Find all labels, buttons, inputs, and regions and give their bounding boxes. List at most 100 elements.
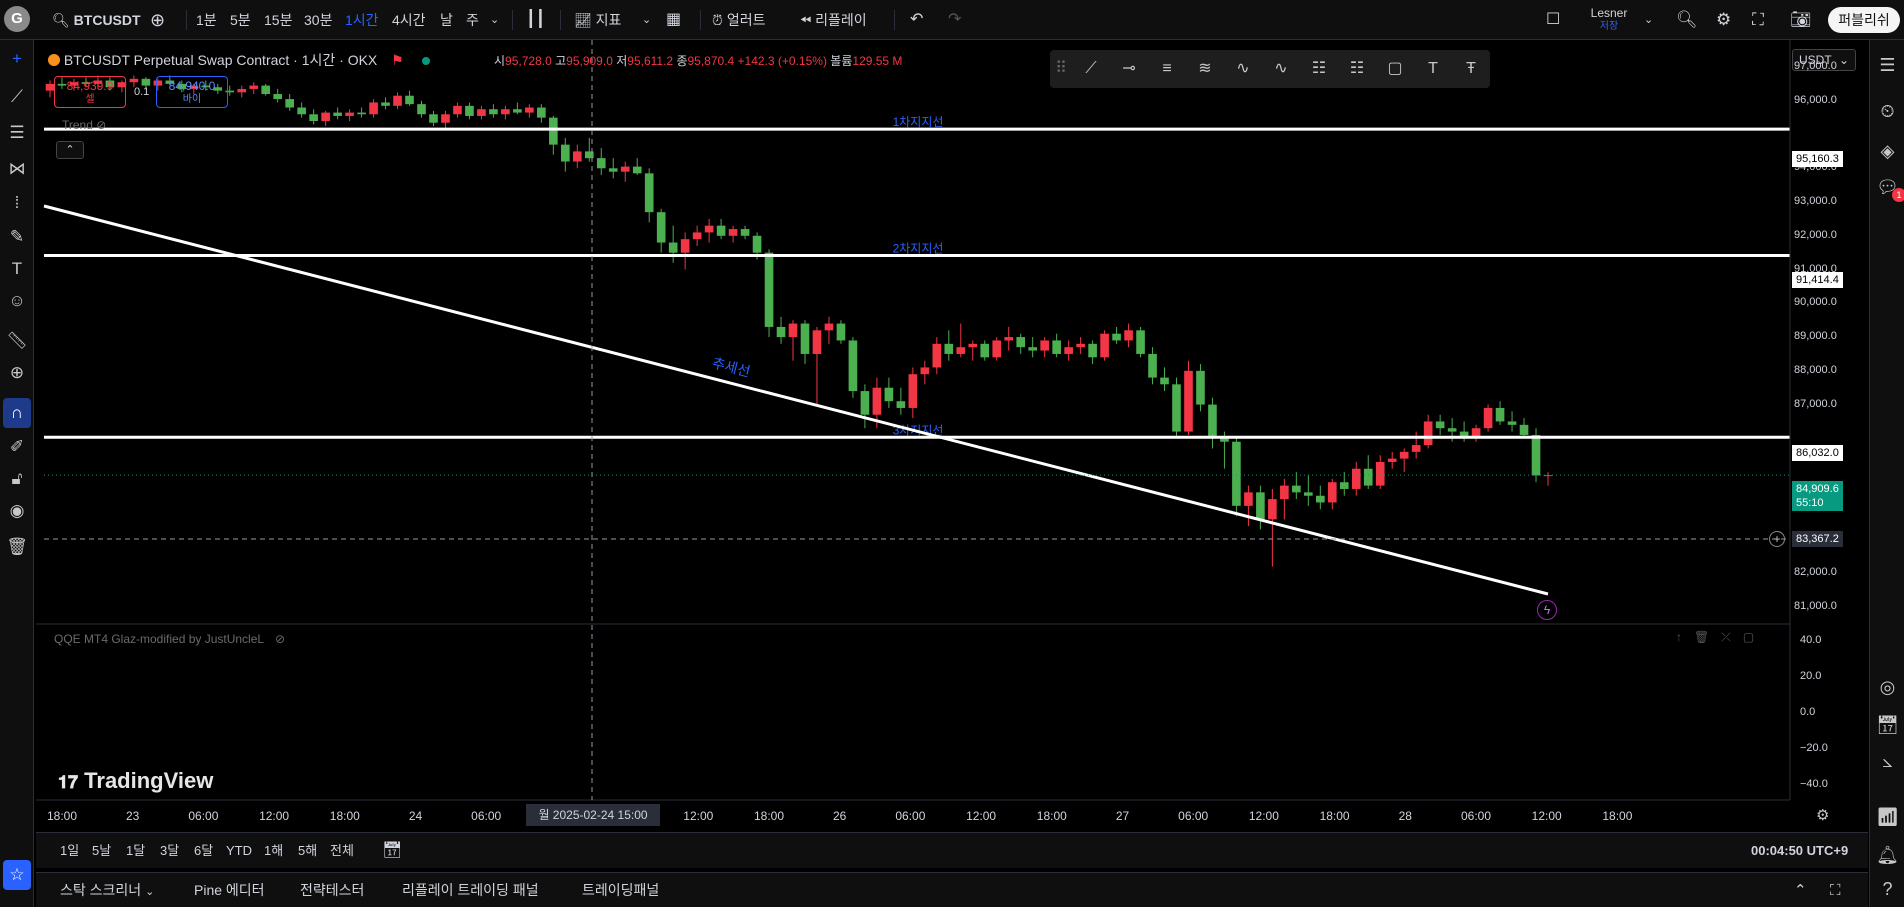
candle-body [297, 107, 306, 115]
range-1d[interactable]: 1일 [60, 833, 79, 869]
elliott-wave-icon[interactable]: ∿ [1226, 50, 1260, 88]
candle-body [405, 95, 414, 105]
candle-body [1160, 377, 1169, 385]
buy-price: 84,940.0 [168, 79, 216, 93]
trend-indicator-label[interactable]: Trend ⊘ [62, 118, 106, 132]
support-level-label: 2차지지선 [893, 242, 944, 256]
candle-body [968, 343, 978, 348]
chart-legend: BTCUSDT Perpetual Swap Contract · 1시간 · … [48, 50, 430, 70]
time-tick: 06:00 [188, 809, 219, 823]
candle-body [345, 112, 354, 116]
support-level-label: 1차지지선 [893, 115, 944, 129]
price-chart[interactable]: 1차지지선2차지지선3차지지선추세선 [0, 0, 1904, 907]
range-1y[interactable]: 1해 [264, 833, 283, 869]
eye-hidden-icon[interactable]: ⊘ [96, 118, 106, 132]
candle-body [728, 229, 738, 236]
tab-strategy-tester[interactable]: 전략테스터 [300, 873, 364, 907]
candle-body [489, 109, 498, 115]
collapse-legend-icon[interactable]: ⌃ [56, 141, 84, 159]
tab-trading-panel[interactable]: 트레이딩패널 [582, 873, 659, 907]
trendline-icon[interactable]: ⟋ [1074, 50, 1108, 88]
add-alert-plus-icon[interactable]: + [1769, 531, 1785, 547]
candle-body [129, 78, 139, 83]
candle-body [1124, 330, 1133, 341]
tab-replay-trading-panel[interactable]: 리플레이 트레이딩 패널 [402, 873, 539, 907]
candle-body [764, 252, 774, 327]
candle-body [1016, 337, 1026, 348]
candle-body [632, 166, 642, 174]
candle-body [1507, 421, 1517, 425]
legend-title[interactable]: BTCUSDT Perpetual Swap Contract · 1시간 · … [64, 52, 377, 68]
time-tick: 06:00 [895, 809, 926, 823]
eye-hidden-icon[interactable]: ⊘ [275, 632, 285, 646]
price-tick: 82,000.0 [1794, 566, 1837, 579]
high-value: 95,909.0 [566, 54, 613, 68]
candle-body [453, 105, 462, 115]
candle-body [1411, 445, 1421, 452]
tab-pine-editor[interactable]: Pine 에디터 [194, 873, 265, 907]
horizontal-ray-icon[interactable]: ⊸ [1112, 50, 1146, 88]
candle-body [1292, 485, 1301, 493]
symbol-logo-icon [48, 54, 60, 66]
drag-handle-icon[interactable]: ⠿ [1050, 50, 1072, 88]
range-6m[interactable]: 6달 [194, 833, 213, 869]
maximize-pane-icon[interactable]: ▢ [1743, 630, 1766, 644]
fib-icon[interactable]: ≋ [1188, 50, 1222, 88]
utc-clock[interactable]: 00:04:50 UTC+9 [1751, 833, 1848, 869]
collapse-pane-icon[interactable]: ⤫ [1721, 630, 1743, 644]
candle-body [656, 212, 666, 243]
tab-stock-screener[interactable]: 스탁 스크리너 ⌄ [60, 873, 154, 907]
range-3m[interactable]: 3달 [160, 833, 179, 869]
candle-body [1399, 451, 1409, 459]
candle-body [429, 114, 438, 123]
price-tick: 89,000.0 [1794, 330, 1837, 343]
range-bar: 1일 5날 1달 3달 6달 YTD 1해 5해 전체 📅︎ 00:04:50 … [36, 832, 1868, 868]
time-tick: 06:00 [1460, 809, 1492, 823]
move-up-icon[interactable]: ↑ [1676, 630, 1694, 644]
candle-body [848, 340, 858, 392]
delete-pane-icon[interactable]: 🗑︎ [1694, 630, 1721, 644]
candle-body [357, 112, 366, 115]
sell-button[interactable]: 84,939.9 셀 [54, 76, 126, 108]
candle-body [1375, 461, 1385, 486]
candle-body [1339, 482, 1349, 489]
pane-controls[interactable]: ↑🗑︎⤫▢ [1676, 630, 1766, 645]
buy-button[interactable]: 84,940.0 바이 [156, 76, 228, 108]
time-tick: 18:00 [753, 809, 785, 823]
candle-body [884, 387, 894, 402]
flag-icon[interactable]: ⚑ [391, 52, 404, 68]
abc-pattern-icon[interactable]: ∿ [1264, 50, 1298, 88]
range-5y[interactable]: 5해 [298, 833, 317, 869]
candle-body [1004, 337, 1014, 341]
maximize-panel-icon[interactable]: ⛶ [1830, 873, 1841, 907]
parallel-channel-icon[interactable]: ≡ [1150, 50, 1184, 88]
range-all[interactable]: 전체 [330, 833, 354, 869]
range-5d[interactable]: 5날 [92, 833, 111, 869]
candle-body [381, 102, 390, 106]
candle-body [740, 229, 750, 236]
rectangle-icon[interactable]: ▢ [1378, 50, 1412, 88]
indicator-label[interactable]: QQE MT4 Glaz-modified by JustUncleL ⊘ [54, 632, 285, 646]
lightning-event-icon[interactable]: ϟ [1537, 600, 1557, 620]
position-long-icon[interactable]: ☷ [1302, 50, 1336, 88]
candle-body [321, 112, 330, 122]
axis-settings-gear-icon[interactable]: ⚙ [1816, 806, 1829, 824]
bar-countdown: 55:10 [1796, 497, 1824, 509]
indicator-tick: −20.0 [1800, 742, 1828, 754]
collapse-up-icon[interactable]: ⌃ [1794, 873, 1807, 907]
change-value: +142.3 (+0.15%) [737, 54, 827, 68]
goto-date-icon[interactable]: 📅︎ [382, 833, 402, 869]
time-tick: 24 [408, 809, 423, 823]
text-note-icon[interactable]: Ŧ [1454, 50, 1488, 88]
range-1m[interactable]: 1달 [126, 833, 145, 869]
range-ytd[interactable]: YTD [226, 833, 252, 869]
trendline-label: 추세선 [711, 355, 752, 380]
candle-body [333, 112, 342, 116]
position-short-icon[interactable]: ☷ [1340, 50, 1374, 88]
candle-body [1064, 347, 1073, 354]
open-key: 시 [494, 54, 506, 68]
text-icon[interactable]: T [1416, 50, 1450, 88]
candle-body [812, 330, 822, 354]
price-tick: 96,000.0 [1794, 93, 1837, 106]
time-tick: 23 [126, 809, 140, 823]
